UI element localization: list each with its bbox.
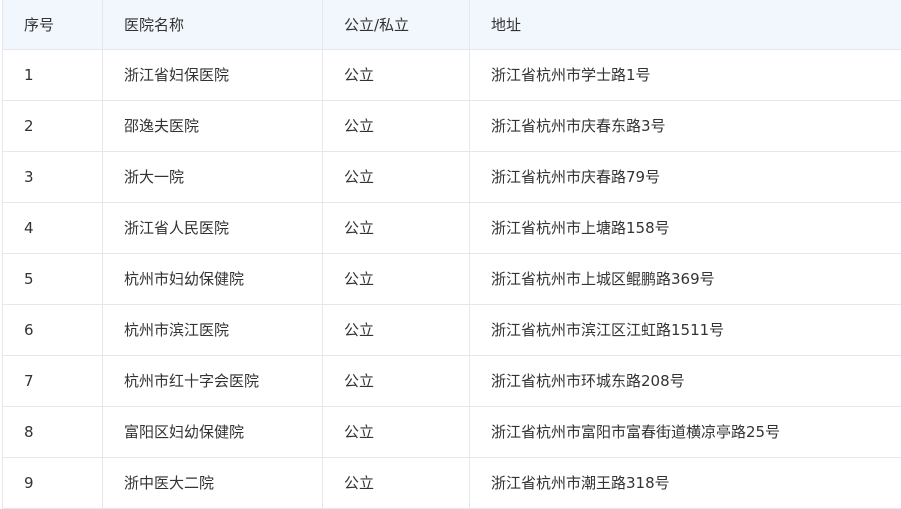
cell-public-private: 公立	[323, 304, 470, 355]
cell-public-private: 公立	[323, 49, 470, 100]
cell-public-private: 公立	[323, 253, 470, 304]
cell-address: 浙江省杭州市潮王路318号	[470, 457, 901, 508]
cell-hospital-name: 邵逸夫医院	[103, 100, 323, 151]
table-row: 9 浙中医大二院 公立 浙江省杭州市潮王路318号	[3, 457, 901, 508]
table-row: 5 杭州市妇幼保健院 公立 浙江省杭州市上城区鲲鹏路369号	[3, 253, 901, 304]
cell-public-private: 公立	[323, 100, 470, 151]
table-header: 序号 医院名称 公立/私立 地址	[3, 0, 901, 49]
cell-hospital-name: 浙大一院	[103, 151, 323, 202]
cell-index: 5	[3, 253, 103, 304]
cell-address: 浙江省杭州市庆春路79号	[470, 151, 901, 202]
table-row: 4 浙江省人民医院 公立 浙江省杭州市上塘路158号	[3, 202, 901, 253]
cell-address: 浙江省杭州市庆春东路3号	[470, 100, 901, 151]
header-row: 序号 医院名称 公立/私立 地址	[3, 0, 901, 49]
header-public-private: 公立/私立	[323, 0, 470, 49]
cell-hospital-name: 浙中医大二院	[103, 457, 323, 508]
header-hospital-name: 医院名称	[103, 0, 323, 49]
cell-index: 9	[3, 457, 103, 508]
cell-public-private: 公立	[323, 457, 470, 508]
cell-address: 浙江省杭州市富阳市富春街道横凉亭路25号	[470, 406, 901, 457]
cell-public-private: 公立	[323, 355, 470, 406]
cell-public-private: 公立	[323, 406, 470, 457]
header-index: 序号	[3, 0, 103, 49]
cell-hospital-name: 杭州市滨江医院	[103, 304, 323, 355]
cell-address: 浙江省杭州市上城区鲲鹏路369号	[470, 253, 901, 304]
cell-index: 8	[3, 406, 103, 457]
cell-index: 4	[3, 202, 103, 253]
cell-hospital-name: 富阳区妇幼保健院	[103, 406, 323, 457]
header-address: 地址	[470, 0, 901, 49]
table-row: 7 杭州市红十字会医院 公立 浙江省杭州市环城东路208号	[3, 355, 901, 406]
table-body: 1 浙江省妇保医院 公立 浙江省杭州市学士路1号 2 邵逸夫医院 公立 浙江省杭…	[3, 49, 901, 508]
table-row: 1 浙江省妇保医院 公立 浙江省杭州市学士路1号	[3, 49, 901, 100]
table-row: 6 杭州市滨江医院 公立 浙江省杭州市滨江区江虹路1511号	[3, 304, 901, 355]
cell-index: 7	[3, 355, 103, 406]
cell-public-private: 公立	[323, 202, 470, 253]
cell-hospital-name: 浙江省妇保医院	[103, 49, 323, 100]
cell-address: 浙江省杭州市上塘路158号	[470, 202, 901, 253]
cell-index: 1	[3, 49, 103, 100]
cell-index: 3	[3, 151, 103, 202]
cell-address: 浙江省杭州市学士路1号	[470, 49, 901, 100]
table-row: 8 富阳区妇幼保健院 公立 浙江省杭州市富阳市富春街道横凉亭路25号	[3, 406, 901, 457]
cell-public-private: 公立	[323, 151, 470, 202]
cell-hospital-name: 杭州市红十字会医院	[103, 355, 323, 406]
table-row: 3 浙大一院 公立 浙江省杭州市庆春路79号	[3, 151, 901, 202]
cell-hospital-name: 杭州市妇幼保健院	[103, 253, 323, 304]
cell-address: 浙江省杭州市滨江区江虹路1511号	[470, 304, 901, 355]
table-row: 2 邵逸夫医院 公立 浙江省杭州市庆春东路3号	[3, 100, 901, 151]
cell-address: 浙江省杭州市环城东路208号	[470, 355, 901, 406]
cell-index: 6	[3, 304, 103, 355]
cell-hospital-name: 浙江省人民医院	[103, 202, 323, 253]
hospital-table: 序号 医院名称 公立/私立 地址 1 浙江省妇保医院 公立 浙江省杭州市学士路1…	[2, 0, 901, 509]
cell-index: 2	[3, 100, 103, 151]
